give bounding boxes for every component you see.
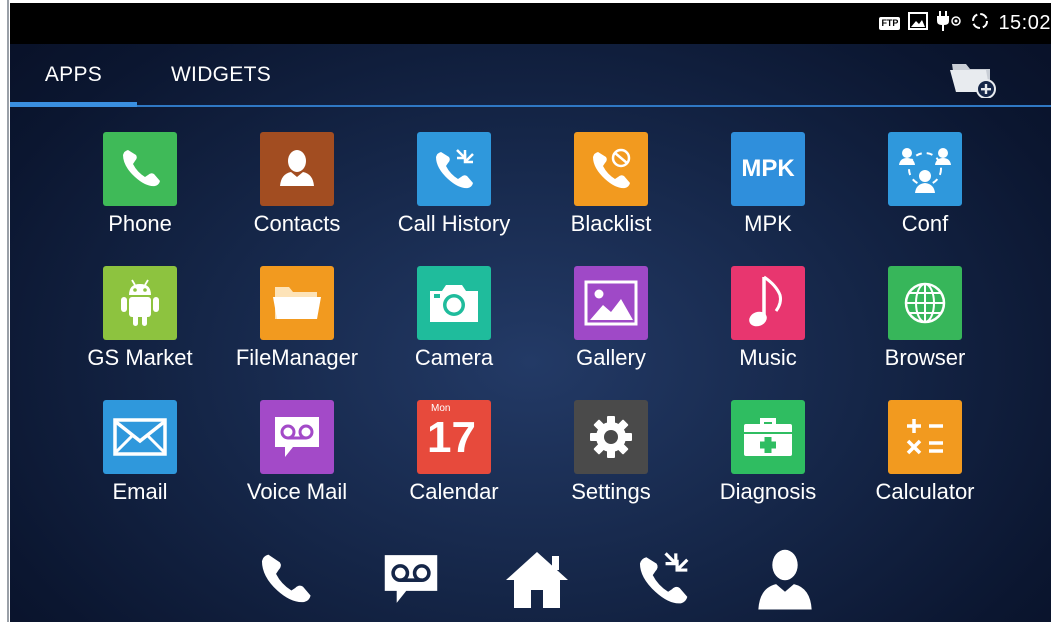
tab-apps[interactable]: APPS [10, 44, 137, 106]
app-calculator[interactable]: Calculator [847, 376, 1003, 504]
voicemail-icon [260, 400, 334, 474]
gallery-icon [574, 266, 648, 340]
app-contacts[interactable]: Contacts [219, 108, 375, 236]
tab-widgets[interactable]: WIDGETS [137, 44, 305, 106]
conference-icon [888, 132, 962, 206]
picture-icon [908, 12, 929, 35]
contact-person-icon[interactable] [750, 544, 820, 614]
calculator-icon [888, 400, 962, 474]
app-diagnosis[interactable]: Diagnosis [690, 376, 846, 504]
app-settings[interactable]: Settings [533, 376, 689, 504]
app-browser[interactable]: Browser [847, 242, 1003, 370]
dock-phone-icon[interactable] [250, 544, 320, 614]
dock-bar [10, 530, 1051, 622]
app-calendar[interactable]: Mon 17 Calendar [376, 376, 532, 504]
status-time: 15:02 [998, 12, 1051, 34]
envelope-icon [103, 400, 177, 474]
android-icon [103, 266, 177, 340]
usb-plug-icon [936, 10, 962, 37]
tab-divider [10, 105, 1051, 107]
device-frame: FTP 15:02 APPS WIDGETS Phone Contacts Ca… [0, 0, 1051, 622]
ftp-icon: FTP [879, 17, 901, 30]
calendar-icon: Mon 17 [417, 400, 491, 474]
app-conf[interactable]: Conf [847, 108, 1003, 236]
new-folder-icon[interactable] [946, 56, 1000, 99]
dock-call-history-icon[interactable] [628, 544, 698, 614]
music-note-icon [731, 266, 805, 340]
app-call-history[interactable]: Call History [376, 108, 532, 236]
dock-voicemail-icon[interactable] [376, 544, 446, 614]
app-camera[interactable]: Camera [376, 242, 532, 370]
app-grid: Phone Contacts Call History Blacklist MP… [10, 108, 1051, 530]
status-icons: FTP 15:02 [879, 3, 1051, 44]
active-tab-indicator [10, 102, 137, 107]
app-gallery[interactable]: Gallery [533, 242, 689, 370]
home-icon[interactable] [502, 544, 572, 614]
mpk-icon-text: MPK [741, 155, 795, 182]
mpk-icon: MPK [731, 132, 805, 206]
app-label: Conf [901, 211, 949, 236]
app-music[interactable]: Music [690, 242, 846, 370]
sync-icon [970, 11, 990, 36]
app-mpk[interactable]: MPK MPK [690, 108, 846, 236]
blacklist-icon [574, 132, 648, 206]
status-bar: FTP 15:02 [10, 3, 1051, 44]
call-history-icon [417, 132, 491, 206]
calendar-date-text: 17 [427, 413, 476, 462]
camera-icon [417, 266, 491, 340]
app-filemanager[interactable]: FileManager [219, 242, 375, 370]
first-aid-kit-icon [731, 400, 805, 474]
left-border [7, 0, 9, 622]
app-voice-mail[interactable]: Voice Mail [219, 376, 375, 504]
launcher-screen: FTP 15:02 APPS WIDGETS Phone Contacts Ca… [10, 3, 1051, 622]
globe-icon [888, 266, 962, 340]
tab-bar: APPS WIDGETS [10, 44, 1051, 108]
app-phone[interactable]: Phone [62, 108, 218, 236]
gear-icon [574, 400, 648, 474]
app-email[interactable]: Email [62, 376, 218, 504]
app-label: Calculator [875, 479, 975, 504]
app-label: Browser [884, 345, 966, 370]
contacts-icon [260, 132, 334, 206]
app-gs-market[interactable]: GS Market [62, 242, 218, 370]
app-blacklist[interactable]: Blacklist [533, 108, 689, 236]
folder-icon [260, 266, 334, 340]
phone-icon [103, 132, 177, 206]
